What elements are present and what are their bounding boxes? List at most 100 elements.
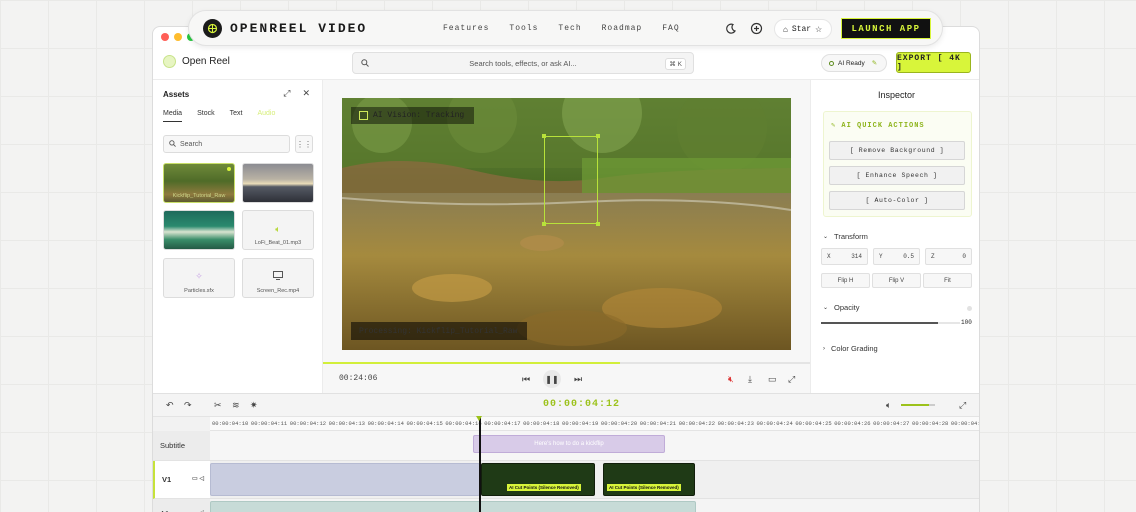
timeline-panel: ↶ ↷ ✂ ≋ ✷ 00:00:04:12 🔈︎ ⤢ 00:00:04:10 00… bbox=[153, 393, 979, 512]
redo-icon[interactable]: ↷ bbox=[184, 400, 192, 411]
ai-vision-text: AI Vision: Tracking bbox=[373, 111, 465, 120]
ruler-tick-label: 00:00:04:13 bbox=[328, 420, 365, 427]
skip-back-icon[interactable]: ⏮︎ bbox=[522, 374, 530, 385]
ruler-tick-label: 00:00:04:27 bbox=[873, 420, 910, 427]
asset-name: Kickflip_Tutorial_Raw bbox=[172, 193, 226, 199]
star-icon: ☆ bbox=[815, 24, 823, 34]
logo-icon[interactable] bbox=[203, 19, 222, 38]
asset-tile[interactable]: Screen_Rec.mp4 bbox=[242, 258, 314, 298]
field-value: 0.5 bbox=[903, 253, 914, 260]
logo-text[interactable]: OPENREEL VIDEO bbox=[230, 21, 367, 36]
color-grading-label: Color Grading bbox=[831, 344, 878, 353]
nav-link-features[interactable]: Features bbox=[443, 24, 489, 33]
quick-actions-label: AI QUICK ACTIONS bbox=[841, 122, 925, 130]
theme-toggle-icon[interactable] bbox=[724, 22, 738, 36]
timeline-toolbar: ↶ ↷ ✂ ≋ ✷ 00:00:04:12 🔈︎ ⤢ bbox=[153, 394, 979, 417]
undo-icon[interactable]: ↶ bbox=[166, 400, 174, 411]
field-key: X bbox=[827, 253, 831, 260]
magic-wand-icon[interactable]: ✷ bbox=[250, 400, 258, 411]
fit-button[interactable]: Fit bbox=[923, 273, 972, 288]
flip-h-button[interactable]: Flip H bbox=[821, 273, 870, 288]
preview-panel: AI Vision: Tracking Processing: Kickflip… bbox=[323, 80, 810, 393]
position-z-field[interactable]: Z0 bbox=[925, 248, 972, 265]
download-icon[interactable]: ⤓ bbox=[748, 374, 752, 385]
add-circle-icon[interactable] bbox=[750, 22, 764, 36]
enhance-speech-button[interactable]: [ Enhance Speech ] bbox=[829, 166, 965, 185]
ai-status-badge: AI Ready ✎ bbox=[821, 54, 887, 72]
asset-tile[interactable]: 🔈︎ LoFi_Beat_01.mp3 bbox=[242, 210, 314, 250]
track-name: V1 bbox=[162, 475, 172, 484]
asset-name: Screen_Rec.mp4 bbox=[256, 288, 300, 294]
assets-search-placeholder: Search bbox=[180, 140, 203, 148]
scissors-icon[interactable]: ✂ bbox=[214, 400, 222, 411]
nav-link-tools[interactable]: Tools bbox=[509, 24, 538, 33]
assets-search-input[interactable]: Search bbox=[163, 135, 290, 153]
asset-tile[interactable] bbox=[163, 210, 235, 250]
playhead[interactable] bbox=[476, 416, 482, 512]
launch-app-button[interactable]: LAUNCH APP bbox=[841, 18, 931, 39]
asset-tile[interactable]: Kickflip_Tutorial_Raw bbox=[163, 163, 235, 203]
pause-button[interactable]: ❚❚ bbox=[543, 370, 561, 388]
tab-text[interactable]: Text bbox=[230, 110, 243, 122]
position-y-field[interactable]: Y 0.5 bbox=[873, 248, 920, 265]
fullscreen-icon[interactable]: ⤢ bbox=[788, 374, 795, 385]
tab-stock[interactable]: Stock bbox=[197, 110, 215, 122]
opacity-fill bbox=[821, 322, 938, 324]
monitor-icon[interactable]: ▭ bbox=[768, 374, 777, 385]
field-value: 314 bbox=[851, 253, 862, 260]
mute-icon[interactable]: 🔇︎ bbox=[728, 374, 734, 385]
app-window: Open Reel Search tools, effects, or ask … bbox=[152, 26, 980, 512]
volume-fill bbox=[901, 404, 929, 406]
tab-audio[interactable]: Audio bbox=[257, 110, 275, 122]
flip-v-button[interactable]: Flip V bbox=[872, 273, 921, 288]
timeline-ruler[interactable]: 00:00:04:10 00:00:04:11 00:00:04:12 00:00:0… bbox=[210, 417, 979, 431]
ruler-tick-label: 00:00:04:28 bbox=[912, 420, 949, 427]
track-controls-icon[interactable]: ▭ ◁ bbox=[192, 475, 204, 482]
track-name: Subtitle bbox=[160, 441, 186, 450]
close-icon[interactable]: ✕ bbox=[302, 88, 310, 99]
skip-forward-icon[interactable]: ⏭︎ bbox=[574, 374, 582, 385]
expand-timeline-icon[interactable]: ⤢ bbox=[959, 400, 966, 411]
nav-link-tech[interactable]: Tech bbox=[558, 24, 581, 33]
tab-media[interactable]: Media bbox=[163, 110, 183, 122]
transform-section-toggle[interactable]: ⌄ Transform bbox=[823, 232, 868, 241]
asset-tile[interactable]: ✧ Particles.sfx bbox=[163, 258, 235, 298]
volume-slider[interactable] bbox=[901, 404, 935, 406]
export-button[interactable]: EXPORT [ 4K ] bbox=[896, 52, 971, 73]
volume-icon[interactable]: 🔈︎ bbox=[886, 400, 891, 411]
audio-clip[interactable] bbox=[210, 501, 696, 512]
layers-icon[interactable]: ≋ bbox=[232, 400, 240, 411]
video-frame[interactable]: AI Vision: Tracking Processing: Kickflip… bbox=[342, 98, 791, 350]
brand-logo-icon bbox=[163, 55, 176, 68]
subtitle-clip[interactable]: Here's how to do a kickflip bbox=[473, 435, 665, 453]
opacity-slider[interactable] bbox=[821, 322, 960, 324]
nav-link-roadmap[interactable]: Roadmap bbox=[602, 24, 643, 33]
video-clip[interactable] bbox=[210, 463, 480, 496]
position-x-field[interactable]: X 314 bbox=[821, 248, 868, 265]
asset-tile[interactable] bbox=[242, 163, 314, 203]
remove-background-button[interactable]: [ Remove Background ] bbox=[829, 141, 965, 160]
close-window-icon[interactable] bbox=[161, 33, 169, 41]
assets-tabs: Media Stock Text Audio bbox=[163, 110, 275, 122]
video-clip-ai[interactable]: AI Cut Points (Silence Removed) bbox=[481, 463, 595, 496]
assets-panel: Assets ⤢ ✕ Media Stock Text Audio Search… bbox=[153, 80, 323, 393]
color-grading-section-toggle[interactable]: › Color Grading bbox=[823, 344, 878, 353]
minimize-window-icon[interactable] bbox=[174, 33, 182, 41]
expand-icon[interactable]: ⤢ bbox=[283, 88, 290, 99]
playback-progress-bar[interactable] bbox=[323, 362, 810, 364]
app-toolbar: Open Reel Search tools, effects, or ask … bbox=[153, 47, 979, 80]
search-icon bbox=[361, 59, 369, 69]
monitor-icon bbox=[243, 271, 313, 282]
quick-actions-title: ✎ AI QUICK ACTIONS bbox=[831, 121, 925, 130]
ruler-tick-label: 00:00:04:12 bbox=[289, 420, 327, 427]
ruler-tick-label: 00:00:04:22 bbox=[678, 420, 715, 427]
filter-icon[interactable]: ⋮⋮ bbox=[295, 135, 313, 153]
video-clip-ai[interactable]: AI Cut Points (Silence Removed) bbox=[603, 463, 695, 496]
opacity-section-toggle[interactable]: ⌄ Opacity bbox=[823, 303, 859, 312]
auto-color-button[interactable]: [ Auto-Color ] bbox=[829, 191, 965, 210]
github-star-button[interactable]: ⌂ Star ☆ bbox=[774, 19, 832, 39]
tracking-box[interactable] bbox=[542, 134, 600, 226]
keyframe-dot-icon[interactable] bbox=[967, 306, 972, 311]
nav-link-faq[interactable]: FAQ bbox=[662, 24, 679, 33]
command-search-input[interactable]: Search tools, effects, or ask AI... ⌘ K bbox=[352, 52, 694, 74]
